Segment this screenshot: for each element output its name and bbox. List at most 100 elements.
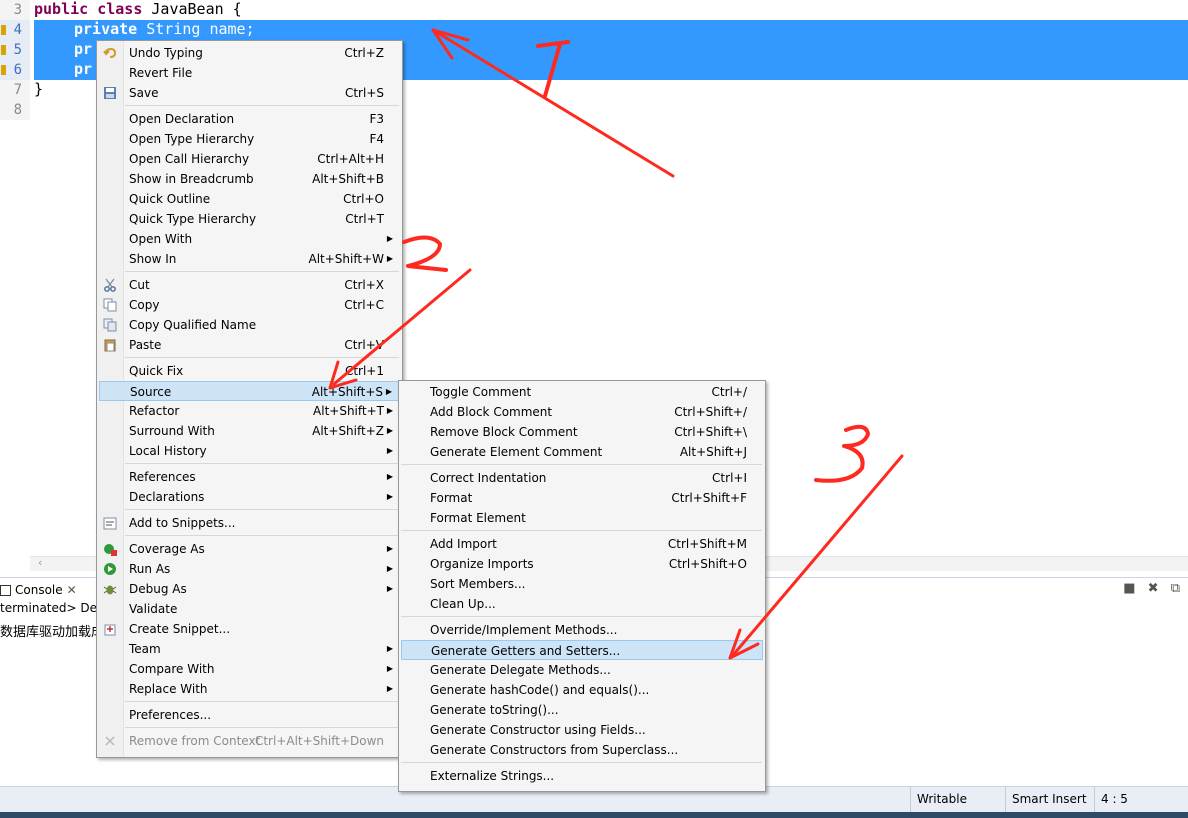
menu-item-save[interactable]: Save Ctrl+S (99, 83, 400, 103)
source-item-generate-hashcode-and-equals[interactable]: Generate hashCode() and equals()... (401, 680, 763, 700)
menu-separator (401, 616, 762, 617)
menu-item-shortcut: Ctrl+T (345, 212, 384, 226)
menu-item-revert-file[interactable]: Revert File (99, 63, 400, 83)
menu-item-label: Generate hashCode() and equals()... (430, 683, 650, 697)
menu-item-shortcut: Ctrl+Shift+O (668, 557, 747, 571)
menu-item-label: Remove Block Comment (430, 425, 578, 439)
menu-item-label: Remove from Context (129, 734, 261, 748)
menu-item-replace-with[interactable]: Replace With ▶ (99, 679, 400, 699)
source-item-clean-up[interactable]: Clean Up... (401, 594, 763, 614)
submenu-arrow-icon: ▶ (386, 684, 393, 693)
line-number: 5 (13, 42, 22, 58)
menu-item-shortcut: Ctrl+Z (344, 46, 384, 60)
menu-item-show-in-breadcrumb[interactable]: Show in Breadcrumb Alt+Shift+B (99, 169, 400, 189)
source-item-generate-constructors-from-superclass[interactable]: Generate Constructors from Superclass... (401, 740, 763, 760)
code-text: pr (74, 40, 92, 60)
menu-item-shortcut: Ctrl+X (344, 278, 384, 292)
source-item-format-element[interactable]: Format Element (401, 508, 763, 528)
source-item-generate-tostring[interactable]: Generate toString()... (401, 700, 763, 720)
line-number: 3 (13, 2, 22, 18)
menu-item-label: Preferences... (129, 708, 212, 722)
save-icon (103, 86, 117, 100)
menu-item-open-declaration[interactable]: Open Declaration F3 (99, 109, 400, 129)
source-item-generate-constructor-using-fields[interactable]: Generate Constructor using Fields... (401, 720, 763, 740)
source-item-generate-delegate-methods[interactable]: Generate Delegate Methods... (401, 660, 763, 680)
code-keyword: pr (74, 60, 93, 78)
menu-item-label: Coverage As (129, 542, 205, 556)
remove-launch-icon[interactable]: ✖ (1148, 581, 1159, 596)
menu-item-compare-with[interactable]: Compare With ▶ (99, 659, 400, 679)
menu-item-label: Generate toString()... (430, 703, 559, 717)
coverage-icon (103, 542, 117, 556)
menu-item-label: Open Type Hierarchy (129, 132, 255, 146)
source-item-toggle-comment[interactable]: Toggle Comment Ctrl+/ (401, 382, 763, 402)
menu-item-run-as[interactable]: Run As ▶ (99, 559, 400, 579)
menu-item-open-type-hierarchy[interactable]: Open Type Hierarchy F4 (99, 129, 400, 149)
menu-separator (401, 762, 762, 763)
menu-item-add-to-snippets[interactable]: Add to Snippets... (99, 513, 400, 533)
menu-item-validate[interactable]: Validate (99, 599, 400, 619)
menu-item-undo-typing[interactable]: Undo Typing Ctrl+Z (99, 43, 400, 63)
menu-item-paste[interactable]: Paste Ctrl+V (99, 335, 400, 355)
menu-item-quick-outline[interactable]: Quick Outline Ctrl+O (99, 189, 400, 209)
source-item-add-block-comment[interactable]: Add Block Comment Ctrl+Shift+/ (401, 402, 763, 422)
menu-item-quick-fix[interactable]: Quick Fix Ctrl+1 (99, 361, 400, 381)
menu-item-show-in[interactable]: Show In Alt+Shift+W ▶ (99, 249, 400, 269)
debug-icon (103, 582, 117, 596)
menu-item-cut[interactable]: Cut Ctrl+X (99, 275, 400, 295)
menu-item-copy-qualified-name[interactable]: Copy Qualified Name (99, 315, 400, 335)
menu-item-copy[interactable]: Copy Ctrl+C (99, 295, 400, 315)
menu-item-quick-type-hierarchy[interactable]: Quick Type Hierarchy Ctrl+T (99, 209, 400, 229)
menu-item-shortcut: Ctrl+V (344, 338, 384, 352)
source-item-externalize-strings[interactable]: Externalize Strings... (401, 766, 763, 786)
insert-mode-status: Smart Insert (1005, 787, 1094, 813)
menu-item-shortcut: Ctrl+Alt+Shift+Down (254, 734, 384, 748)
menu-item-surround-with[interactable]: Surround With Alt+Shift+Z ▶ (99, 421, 400, 441)
submenu-arrow-icon: ▶ (386, 664, 393, 673)
menu-item-source[interactable]: Source Alt+Shift+S ▶ (99, 381, 400, 401)
menu-item-team[interactable]: Team ▶ (99, 639, 400, 659)
submenu-arrow-icon: ▶ (386, 492, 393, 501)
close-icon[interactable]: ✕ (67, 583, 77, 597)
source-item-format[interactable]: Format Ctrl+Shift+F (401, 488, 763, 508)
submenu-arrow-icon: ▶ (386, 644, 393, 653)
writable-status: Writable (910, 787, 1005, 813)
menu-item-references[interactable]: References ▶ (99, 467, 400, 487)
menu-item-label: Save (129, 86, 159, 100)
tab-console[interactable]: Console ✕ (0, 580, 77, 600)
source-item-remove-block-comment[interactable]: Remove Block Comment Ctrl+Shift+\ (401, 422, 763, 442)
code-line[interactable]: 4 private String name; (0, 20, 1188, 40)
menu-item-open-with[interactable]: Open With ▶ (99, 229, 400, 249)
source-item-organize-imports[interactable]: Organize Imports Ctrl+Shift+O (401, 554, 763, 574)
menu-item-label: Open Declaration (129, 112, 235, 126)
menu-item-declarations[interactable]: Declarations ▶ (99, 487, 400, 507)
menu-item-label: Format Element (430, 511, 526, 525)
menu-item-label: Declarations (129, 490, 205, 504)
display-console-icon[interactable]: ⧉ (1171, 581, 1180, 596)
source-item-override-implement-methods[interactable]: Override/Implement Methods... (401, 620, 763, 640)
menu-item-debug-as[interactable]: Debug As ▶ (99, 579, 400, 599)
menu-item-local-history[interactable]: Local History ▶ (99, 441, 400, 461)
console-toolbar: ■ ✖ ⧉ (1123, 581, 1188, 596)
code-keyword: pr (74, 40, 93, 58)
code-line[interactable]: 3 public class JavaBean { (0, 0, 1188, 20)
source-item-generate-getters-and-setters[interactable]: Generate Getters and Setters... (401, 640, 763, 660)
menu-item-create-snippet[interactable]: Create Snippet... (99, 619, 400, 639)
source-item-generate-element-comment[interactable]: Generate Element Comment Alt+Shift+J (401, 442, 763, 462)
terminate-icon[interactable]: ■ (1123, 581, 1135, 596)
scroll-left-icon[interactable]: ‹ (38, 556, 42, 569)
line-number: 4 (13, 22, 22, 38)
menu-item-coverage-as[interactable]: Coverage As ▶ (99, 539, 400, 559)
menu-item-label: Quick Fix (129, 364, 184, 378)
menu-item-preferences[interactable]: Preferences... (99, 705, 400, 725)
menu-item-open-call-hierarchy[interactable]: Open Call Hierarchy Ctrl+Alt+H (99, 149, 400, 169)
source-item-add-import[interactable]: Add Import Ctrl+Shift+M (401, 534, 763, 554)
source-item-sort-members[interactable]: Sort Members... (401, 574, 763, 594)
source-item-correct-indentation[interactable]: Correct Indentation Ctrl+I (401, 468, 763, 488)
menu-item-label: Debug As (129, 582, 187, 596)
menu-item-label: Revert File (129, 66, 193, 80)
menu-item-shortcut: F4 (369, 132, 384, 146)
menu-separator (125, 357, 399, 358)
menu-item-label: Compare With (129, 662, 215, 676)
menu-item-refactor[interactable]: Refactor Alt+Shift+T ▶ (99, 401, 400, 421)
